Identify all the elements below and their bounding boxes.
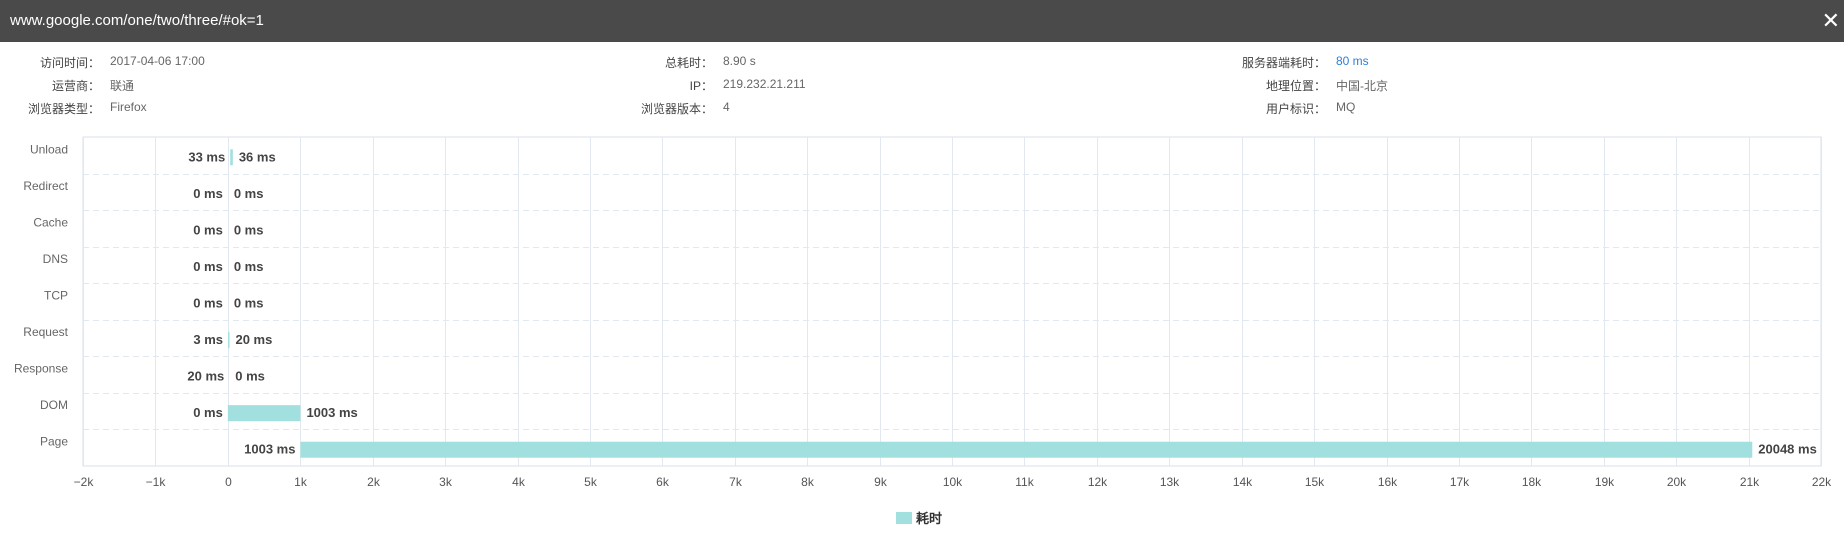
offset-data-label: 0 ms: [193, 186, 223, 201]
x-tick-label: 8k: [801, 475, 815, 489]
offset-data-label: 0 ms: [193, 259, 223, 274]
y-category-label: Response: [14, 362, 68, 376]
x-tick-label: 21k: [1740, 475, 1760, 489]
offset-data-label: 3 ms: [193, 332, 223, 347]
x-tick-label: 4k: [512, 475, 526, 489]
offset-data-label: 0 ms: [193, 405, 223, 420]
x-tick-label: 1k: [294, 475, 308, 489]
value-data-label: 0 ms: [235, 369, 265, 384]
duration-bar: [300, 441, 1753, 458]
offset-data-label: 0 ms: [193, 296, 223, 311]
x-tick-label: 2k: [367, 475, 381, 489]
value-data-label: 20048 ms: [1758, 442, 1817, 457]
offset-data-label: 33 ms: [188, 149, 225, 164]
x-tick-label: 7k: [729, 475, 743, 489]
value-data-label: 0 ms: [234, 259, 264, 274]
y-category-label: Request: [23, 325, 68, 339]
offset-data-label: 20 ms: [187, 369, 224, 384]
x-tick-label: 9k: [874, 475, 888, 489]
x-tick-label: 19k: [1595, 475, 1615, 489]
x-tick-label: 15k: [1305, 475, 1325, 489]
legend-label: 耗时: [916, 511, 943, 526]
x-tick-label: −2k: [74, 475, 95, 489]
x-tick-label: 14k: [1233, 475, 1253, 489]
y-category-label: Cache: [33, 215, 68, 229]
value-data-label: 0 ms: [234, 296, 264, 311]
x-tick-label: 18k: [1522, 475, 1542, 489]
value-data-label: 36 ms: [239, 149, 276, 164]
y-category-label: Page: [40, 435, 68, 449]
y-category-label: Redirect: [23, 179, 68, 193]
x-tick-label: 10k: [943, 475, 963, 489]
x-tick-label: 16k: [1378, 475, 1398, 489]
y-category-label: Unload: [30, 142, 68, 156]
x-tick-label: 0: [225, 475, 232, 489]
x-tick-label: 22k: [1812, 475, 1832, 489]
x-tick-label: 17k: [1450, 475, 1470, 489]
x-tick-label: 20k: [1667, 475, 1687, 489]
y-category-label: TCP: [44, 289, 68, 303]
x-tick-label: 12k: [1088, 475, 1108, 489]
value-data-label: 20 ms: [235, 332, 272, 347]
timing-chart: −2k −1k 0 1k 2k 3k 4k 5k 6k 7k 8k 9k 10k 11k 12k 13k 14k…: [14, 136, 1832, 489]
x-tick-label: 11k: [1015, 475, 1034, 489]
x-tick-label: −1k: [146, 475, 167, 489]
x-tick-label: 5k: [584, 475, 598, 489]
x-tick-label: 13k: [1160, 475, 1180, 489]
legend-swatch: [896, 511, 912, 524]
value-data-label: 0 ms: [234, 222, 264, 237]
offset-data-label: 1003 ms: [244, 442, 295, 457]
value-data-label: 1003 ms: [306, 405, 357, 420]
x-tick-label: 3k: [439, 475, 453, 489]
x-tick-label: 6k: [656, 475, 670, 489]
offset-data-label: 0 ms: [193, 222, 223, 237]
value-data-label: 0 ms: [234, 186, 264, 201]
y-category-label: DOM: [40, 398, 68, 412]
duration-bar: [227, 405, 301, 422]
duration-bar: [230, 149, 233, 166]
chart-legend[interactable]: 耗时: [896, 508, 942, 527]
duration-bar: [228, 332, 230, 349]
y-category-label: DNS: [43, 252, 68, 266]
